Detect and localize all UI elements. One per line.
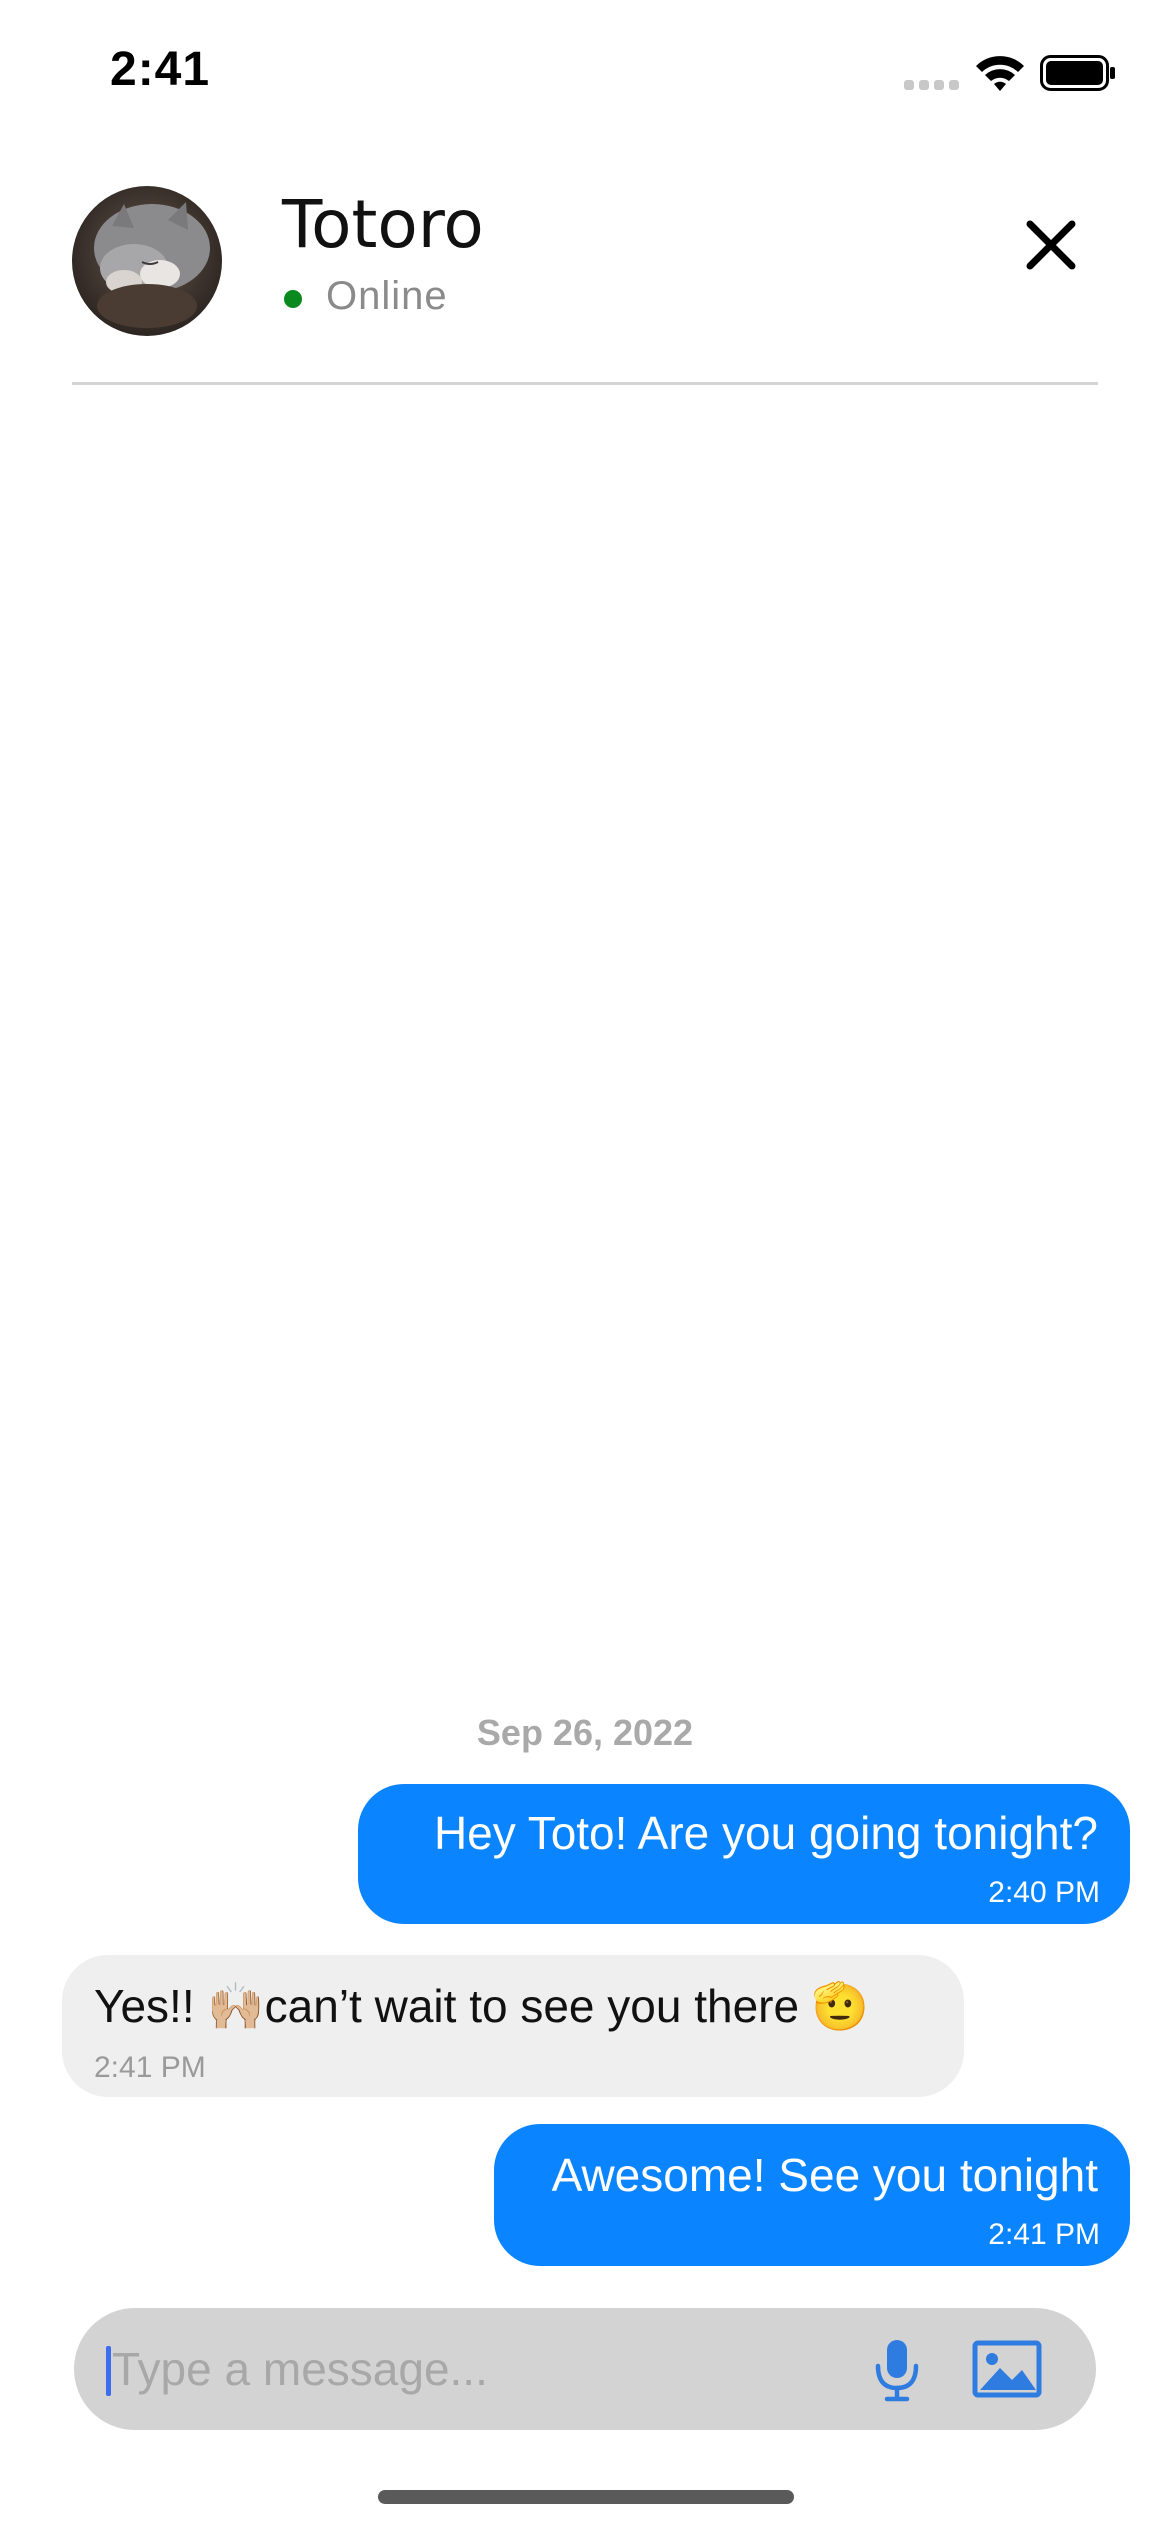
attach-image-button[interactable] bbox=[972, 2340, 1042, 2398]
message-composer bbox=[74, 2308, 1096, 2430]
message-text: Hey Toto! Are you going tonight? bbox=[433, 1807, 1098, 1859]
message-text: Awesome! See you tonight bbox=[551, 2149, 1098, 2201]
image-attach-icon bbox=[972, 2340, 1042, 2398]
battery-icon bbox=[1040, 55, 1115, 91]
message-bubble-outgoing[interactable]: Hey Toto! Are you going tonight? 2:40 PM bbox=[358, 1784, 1130, 1924]
contact-avatar[interactable] bbox=[72, 186, 222, 336]
text-cursor bbox=[106, 2346, 111, 2396]
online-status-dot bbox=[284, 290, 302, 308]
message-timestamp: 2:41 PM bbox=[988, 2218, 1100, 2251]
message-timestamp: 2:40 PM bbox=[988, 1876, 1100, 1909]
message-bubble-outgoing[interactable]: Awesome! See you tonight 2:41 PM bbox=[494, 2124, 1130, 2266]
status-time: 2:41 bbox=[110, 43, 211, 96]
status-bar: 2:41 bbox=[0, 0, 1170, 150]
close-button[interactable] bbox=[1016, 210, 1086, 280]
chat-header: Totoro Online bbox=[72, 180, 1098, 385]
wifi-icon bbox=[976, 56, 1024, 91]
message-text: Yes!! 🙌🏼can’t wait to see you there 🫡 bbox=[94, 1980, 870, 2032]
message-input[interactable] bbox=[112, 2338, 872, 2400]
close-icon bbox=[1026, 220, 1076, 270]
voice-message-button[interactable] bbox=[872, 2338, 922, 2402]
contact-name: Totoro bbox=[282, 186, 484, 263]
message-timestamp: 2:41 PM bbox=[94, 2051, 206, 2084]
cat-avatar bbox=[72, 186, 222, 336]
microphone-icon bbox=[875, 2340, 919, 2402]
cellular-signal-icon bbox=[904, 80, 959, 90]
presence-label: Online bbox=[326, 274, 448, 318]
message-bubble-incoming[interactable]: Yes!! 🙌🏼can’t wait to see you there 🫡 2:… bbox=[62, 1955, 964, 2097]
home-indicator[interactable] bbox=[378, 2490, 794, 2504]
chat-screen: 2:41 Totoro Online Sep 26, 2022 Hey Toto… bbox=[0, 0, 1170, 2532]
date-separator: Sep 26, 2022 bbox=[476, 1712, 694, 1753]
